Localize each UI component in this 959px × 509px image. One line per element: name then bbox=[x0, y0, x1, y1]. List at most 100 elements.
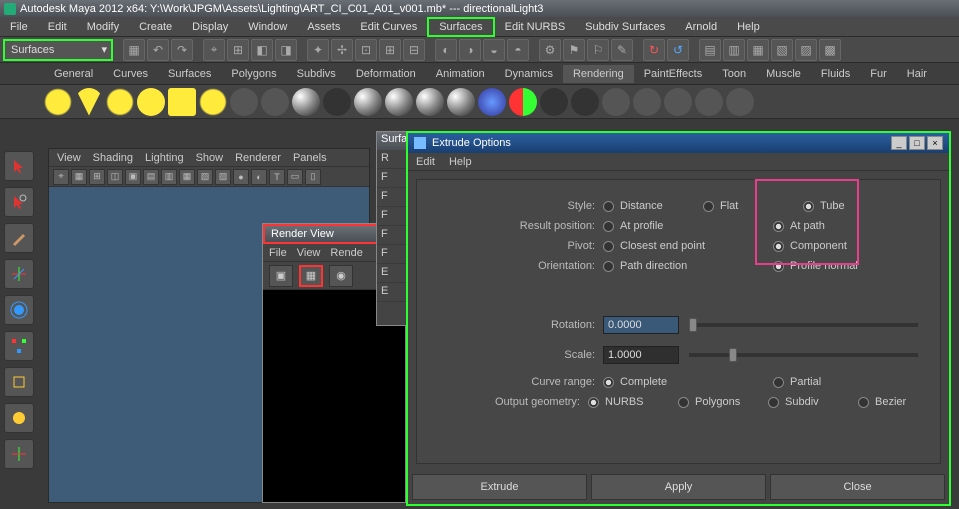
shelf-tab-fur[interactable]: Fur bbox=[860, 65, 897, 83]
vp-icon[interactable]: ▤ bbox=[143, 169, 159, 185]
select-tool[interactable] bbox=[4, 151, 34, 181]
shelf-icon[interactable] bbox=[261, 88, 289, 116]
toolbar-button[interactable]: ◨ bbox=[275, 39, 297, 61]
toolbar-button[interactable]: ⊞ bbox=[379, 39, 401, 61]
radio-bezier[interactable]: Bezier bbox=[858, 396, 928, 408]
radio-at-path[interactable]: At path bbox=[773, 220, 853, 232]
shader-icon[interactable] bbox=[385, 88, 413, 116]
toolbar-button[interactable]: ↺ bbox=[667, 39, 689, 61]
apply-button[interactable]: Apply bbox=[591, 474, 766, 500]
menu-modify[interactable]: Modify bbox=[77, 19, 129, 35]
menu-display[interactable]: Display bbox=[182, 19, 238, 35]
soft-tool[interactable] bbox=[4, 403, 34, 433]
shelf-tab-surfaces[interactable]: Surfaces bbox=[158, 65, 221, 83]
radio-subdiv[interactable]: Subdiv bbox=[768, 396, 838, 408]
shelf-tab-painteffects[interactable]: PaintEffects bbox=[634, 65, 713, 83]
vp-icon[interactable]: ▣ bbox=[125, 169, 141, 185]
shader-icon[interactable] bbox=[354, 88, 382, 116]
vp-menu-show[interactable]: Show bbox=[196, 152, 224, 164]
radio-complete[interactable]: Complete bbox=[603, 376, 753, 388]
vp-icon[interactable]: ◐ bbox=[251, 169, 267, 185]
shelf-tab-polygons[interactable]: Polygons bbox=[221, 65, 286, 83]
light-icon[interactable] bbox=[199, 88, 227, 116]
toolbar-button[interactable]: ◐ bbox=[435, 39, 457, 61]
shelf-tab-rendering[interactable]: Rendering bbox=[563, 65, 634, 83]
vp-menu-lighting[interactable]: Lighting bbox=[145, 152, 184, 164]
shelf-tab-general[interactable]: General bbox=[44, 65, 103, 83]
menu-file[interactable]: File bbox=[0, 19, 38, 35]
vp-icon[interactable]: ⌖ bbox=[53, 169, 69, 185]
radio-profile-normal[interactable]: Profile normal bbox=[773, 260, 858, 272]
ipr-button[interactable]: ◉ bbox=[329, 265, 353, 287]
maximize-button[interactable]: □ bbox=[909, 136, 925, 150]
shelf-icon[interactable] bbox=[230, 88, 258, 116]
menu-edit[interactable]: Edit bbox=[38, 19, 77, 35]
vp-icon[interactable]: ▨ bbox=[215, 169, 231, 185]
menu-window[interactable]: Window bbox=[238, 19, 297, 35]
menu-help[interactable]: Help bbox=[727, 19, 770, 35]
shader-icon[interactable] bbox=[447, 88, 475, 116]
toolbar-button[interactable]: ⌖ bbox=[203, 39, 225, 61]
toolbar-button[interactable]: ⊡ bbox=[355, 39, 377, 61]
radio-path-direction[interactable]: Path direction bbox=[603, 260, 753, 272]
toolbar-button[interactable]: ⊞ bbox=[227, 39, 249, 61]
shelf-tab-fluids[interactable]: Fluids bbox=[811, 65, 860, 83]
radio-nurbs[interactable]: NURBS bbox=[588, 396, 658, 408]
close-button[interactable]: Close bbox=[770, 474, 945, 500]
render-button[interactable]: ▣ bbox=[269, 265, 293, 287]
radio-distance[interactable]: Distance bbox=[603, 200, 683, 212]
scale-tool[interactable] bbox=[4, 331, 34, 361]
toolbar-button[interactable]: ⚙ bbox=[539, 39, 561, 61]
toolbar-button[interactable]: ▤ bbox=[699, 39, 721, 61]
shader-icon[interactable] bbox=[292, 88, 320, 116]
toolbar-button[interactable]: ✦ bbox=[307, 39, 329, 61]
paint-tool[interactable] bbox=[4, 223, 34, 253]
shelf-tab-hair[interactable]: Hair bbox=[897, 65, 937, 83]
vp-icon[interactable]: ▧ bbox=[197, 169, 213, 185]
extrude-button[interactable]: Extrude bbox=[412, 474, 587, 500]
vp-icon[interactable]: ▯ bbox=[305, 169, 321, 185]
light-icon[interactable] bbox=[137, 88, 165, 116]
manip-tool[interactable] bbox=[4, 367, 34, 397]
last-tool[interactable] bbox=[4, 439, 34, 469]
shelf-tab-muscle[interactable]: Muscle bbox=[756, 65, 811, 83]
rotation-input[interactable] bbox=[603, 316, 679, 334]
radio-partial[interactable]: Partial bbox=[773, 376, 853, 388]
menu-edit-curves[interactable]: Edit Curves bbox=[350, 19, 427, 35]
rv-menu-file[interactable]: File bbox=[269, 247, 287, 259]
menu-edit-nurbs[interactable]: Edit NURBS bbox=[495, 19, 576, 35]
render-region-button[interactable]: ▦ bbox=[299, 265, 323, 287]
shader-icon[interactable] bbox=[540, 88, 568, 116]
render-icon[interactable] bbox=[726, 88, 754, 116]
vp-icon[interactable]: ⊞ bbox=[89, 169, 105, 185]
rotate-tool[interactable] bbox=[4, 295, 34, 325]
render-icon[interactable] bbox=[602, 88, 630, 116]
scale-input[interactable] bbox=[603, 346, 679, 364]
extrude-menu-edit[interactable]: Edit bbox=[416, 156, 435, 168]
shelf-tab-animation[interactable]: Animation bbox=[426, 65, 495, 83]
extrude-menu-help[interactable]: Help bbox=[449, 156, 472, 168]
toolbar-button[interactable]: ▩ bbox=[819, 39, 841, 61]
vp-menu-view[interactable]: View bbox=[57, 152, 81, 164]
vp-icon[interactable]: ▭ bbox=[287, 169, 303, 185]
lasso-tool[interactable] bbox=[4, 187, 34, 217]
shelf-tab-toon[interactable]: Toon bbox=[712, 65, 756, 83]
menu-create[interactable]: Create bbox=[129, 19, 182, 35]
toolbar-button[interactable]: ▨ bbox=[795, 39, 817, 61]
vp-menu-panels[interactable]: Panels bbox=[293, 152, 327, 164]
scale-slider[interactable] bbox=[689, 353, 918, 357]
radio-component[interactable]: Component bbox=[773, 240, 853, 252]
shader-icon[interactable] bbox=[509, 88, 537, 116]
toolbar-button[interactable]: ▦ bbox=[123, 39, 145, 61]
menu-subdiv-surfaces[interactable]: Subdiv Surfaces bbox=[575, 19, 675, 35]
menu-arnold[interactable]: Arnold bbox=[675, 19, 727, 35]
move-tool[interactable] bbox=[4, 259, 34, 289]
light-icon[interactable] bbox=[75, 88, 103, 116]
mode-combo[interactable]: Surfaces bbox=[3, 39, 113, 61]
render-icon[interactable] bbox=[695, 88, 723, 116]
toolbar-button[interactable]: ▦ bbox=[747, 39, 769, 61]
vp-icon[interactable]: ▦ bbox=[71, 169, 87, 185]
vp-icon[interactable]: ▦ bbox=[179, 169, 195, 185]
radio-closest-end-point[interactable]: Closest end point bbox=[603, 240, 753, 252]
toolbar-button[interactable]: ◒ bbox=[483, 39, 505, 61]
